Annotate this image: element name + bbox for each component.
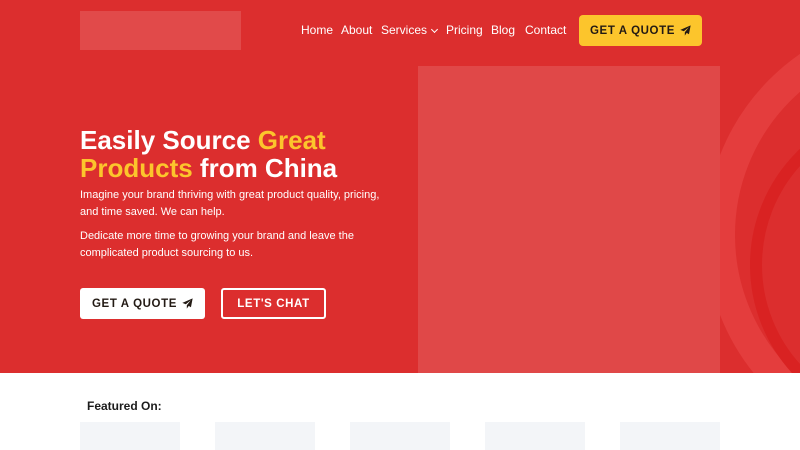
nav-contact[interactable]: Contact [525,23,566,37]
nav-about[interactable]: About [341,23,372,37]
hero-image-placeholder [418,66,720,373]
headline-text: Easily Source [80,125,258,155]
featured-logo [485,422,585,450]
headline-text: from China [192,153,338,183]
header-quote-label: GET A QUOTE [590,24,675,37]
hero-quote-label: GET A QUOTE [92,297,177,310]
hero-headline: Easily Source Great Products from China [80,126,420,182]
headline-accent: Great [257,125,326,155]
paper-plane-icon [680,25,691,36]
featured-logo [620,422,720,450]
featured-logo [215,422,315,450]
header-quote-button[interactable]: GET A QUOTE [579,15,702,46]
paper-plane-icon [182,298,193,309]
chevron-down-icon [430,25,439,34]
site-logo[interactable] [80,11,241,50]
featured-logo [350,422,450,450]
hero-quote-button[interactable]: GET A QUOTE [80,288,205,319]
headline-accent: Products [80,153,193,183]
nav-services-label: Services [381,23,428,37]
featured-logo [80,422,180,450]
nav-services[interactable]: Services [381,23,439,37]
nav-blog[interactable]: Blog [491,23,515,37]
nav-pricing[interactable]: Pricing [446,23,483,37]
hero-paragraph-2: Dedicate more time to growing your brand… [80,230,354,259]
featured-on-title: Featured On: [87,399,162,413]
nav-home[interactable]: Home [301,23,333,37]
hero-section: Home About Services Pricing Blog Contact… [0,0,800,373]
lets-chat-button[interactable]: LET'S CHAT [221,288,326,319]
hero-paragraph-1: Imagine your brand thriving with great p… [80,189,380,218]
